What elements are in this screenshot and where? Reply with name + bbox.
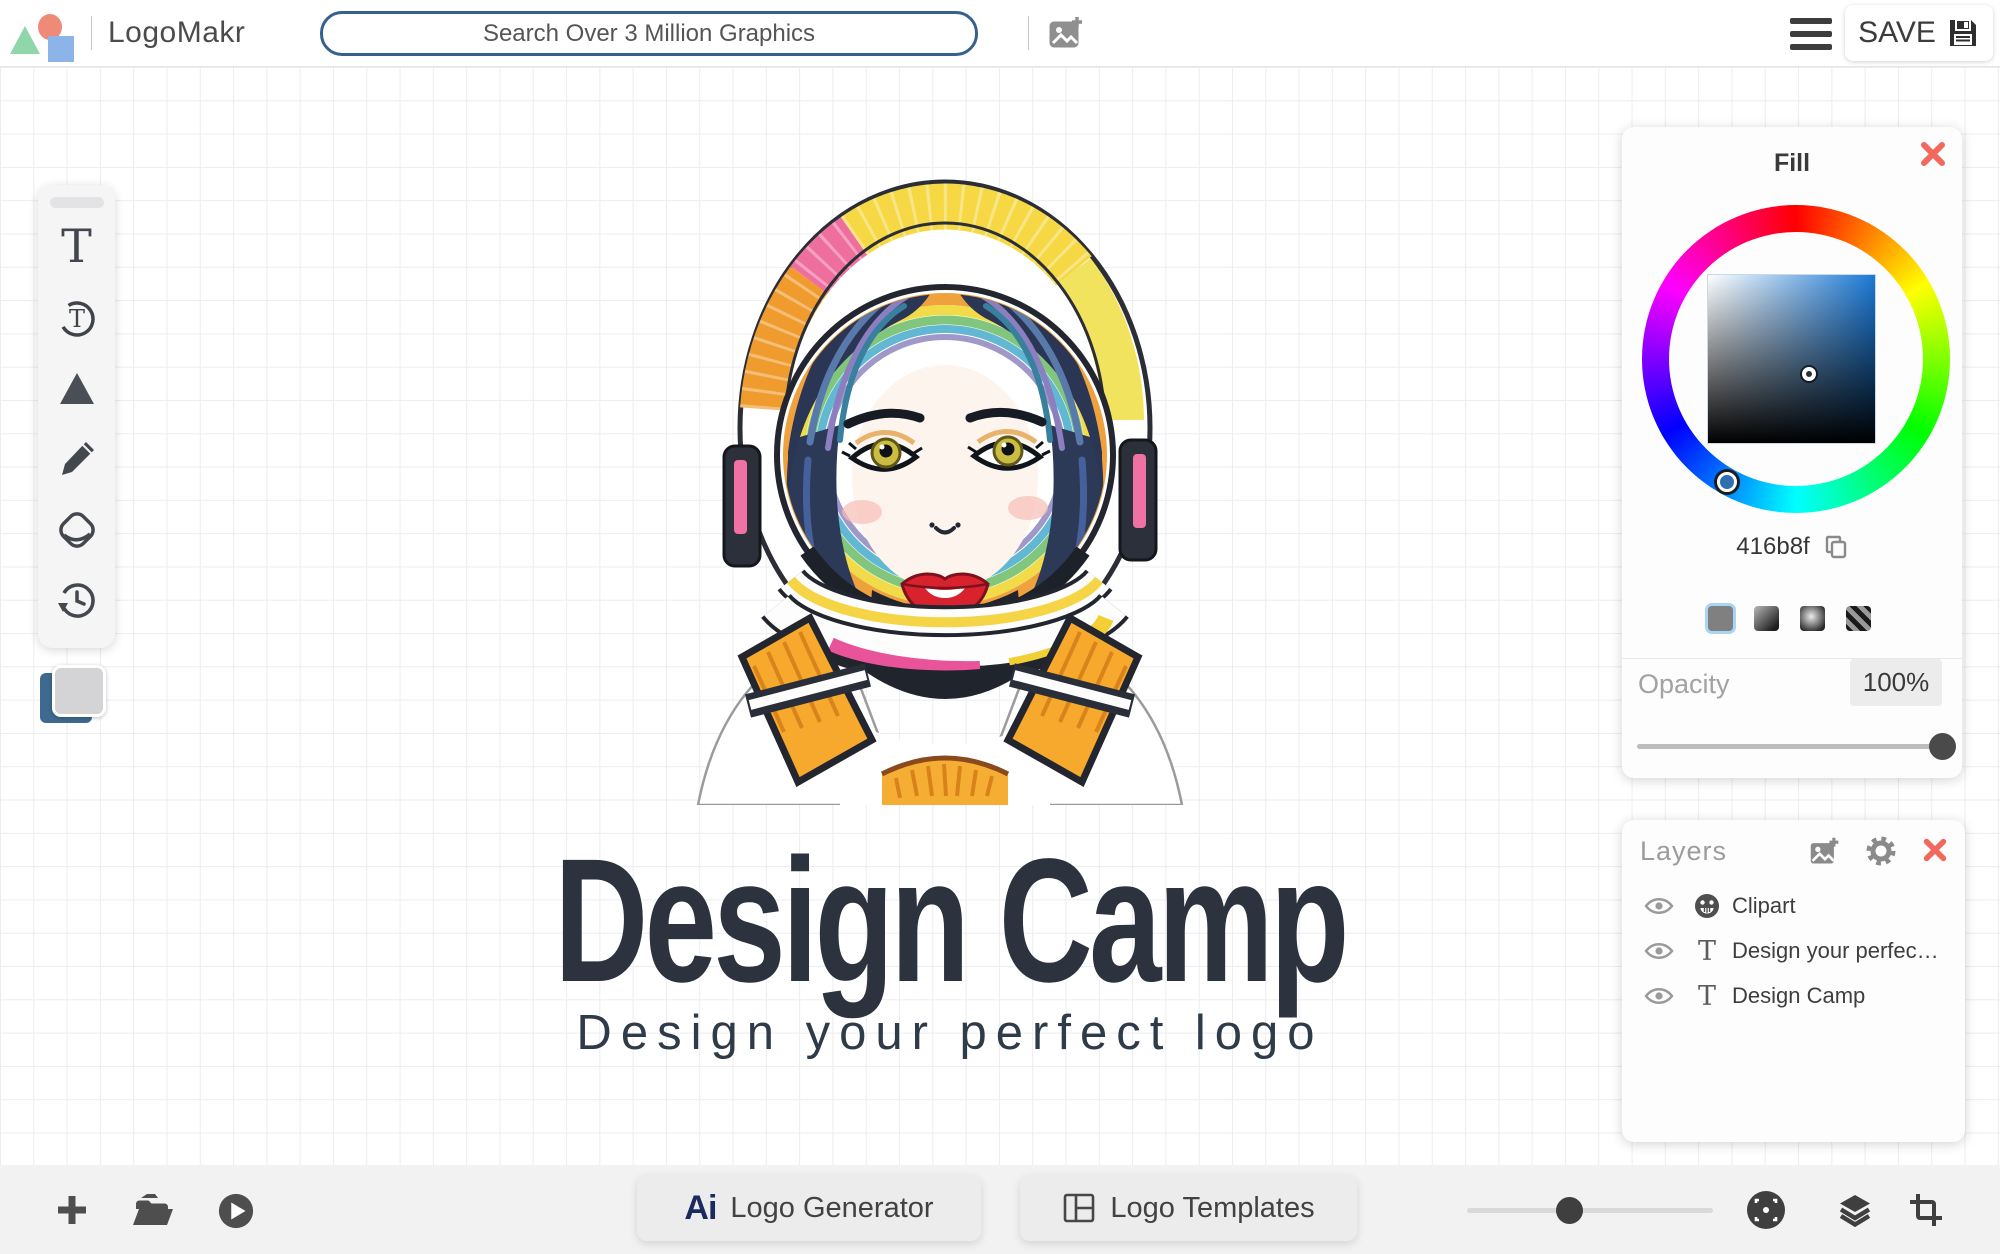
layers-stack-icon[interactable] [1837,1193,1873,1232]
fill-type-row [1708,606,1871,631]
opacity-value[interactable]: 100% [1850,659,1942,706]
brand-shapes-icon[interactable] [10,12,80,62]
palette-drag-handle[interactable] [49,197,104,208]
circle-text-tool-icon[interactable]: T [53,293,101,341]
layers-panel-title: Layers [1640,836,1728,866]
menu-icon[interactable] [1790,18,1832,50]
fit-screen-icon[interactable] [1746,1190,1786,1235]
hue-marker[interactable] [1717,472,1737,492]
logo-templates-button[interactable]: Logo Templates [1020,1175,1357,1241]
eraser-tool-icon[interactable] [53,506,101,554]
shapes-tool-icon[interactable] [53,364,101,412]
ai-icon: Ai [684,1188,717,1227]
header: LogoMakr SAVE [0,0,2000,67]
logo-templates-label: Logo Templates [1110,1191,1315,1224]
template-icon [1064,1193,1095,1223]
fill-type-radial-gradient[interactable] [1800,606,1825,631]
search-input[interactable] [320,11,978,56]
save-label: SAVE [1858,16,1936,49]
text-layer-icon: T [1697,935,1716,967]
add-image-icon[interactable] [1808,836,1842,873]
fill-panel-title: Fill [1773,149,1811,177]
plus-icon[interactable] [54,1192,90,1233]
close-icon[interactable] [1921,836,1951,866]
tool-palette: T T [38,185,115,648]
layers-panel: Layers Clipart T Design your perfec… T D… [1622,820,1965,1142]
fill-type-pattern[interactable] [1846,606,1871,631]
logomakr-app: LogoMakr SAVE T [0,0,2000,1254]
eye-icon[interactable] [1644,896,1674,916]
play-icon[interactable] [217,1192,255,1235]
design-canvas[interactable]: T T Design Camp Design your perfect logo… [0,67,2000,1165]
zoom-slider-handle[interactable] [1556,1197,1583,1224]
opacity-slider[interactable] [1637,744,1940,749]
saturation-square[interactable] [1708,275,1875,443]
draw-tool-icon[interactable] [53,435,101,483]
gear-icon[interactable] [1865,835,1897,872]
layer-row-clipart[interactable]: Clipart [1622,888,1965,924]
eye-icon[interactable] [1644,941,1674,961]
saturation-marker[interactable] [1802,367,1816,381]
fill-type-solid[interactable] [1708,606,1733,631]
text-layer-icon: T [1697,980,1716,1012]
fill-color-swatch[interactable] [52,665,106,717]
open-folder-icon[interactable] [131,1192,175,1233]
add-image-icon[interactable] [1048,15,1086,56]
hex-value[interactable]: 416b8f [1736,533,1809,561]
square-shape [48,36,74,62]
header-divider [91,16,92,50]
zoom-slider[interactable] [1467,1208,1713,1213]
logo-generator-label: Logo Generator [730,1191,934,1224]
triangle-shape [10,26,40,54]
brand-text: LogoMakr [108,16,246,49]
opacity-label: Opacity [1638,669,1730,699]
eye-icon[interactable] [1644,986,1674,1006]
save-button[interactable]: SAVE [1845,5,1993,61]
layer-label: Design your perfec… [1732,938,1939,963]
canvas-logo-tagline[interactable]: Design your perfect logo [576,1005,1323,1061]
logo-generator-button[interactable]: Ai Logo Generator [637,1175,981,1241]
canvas-logo-title[interactable]: Design Camp [554,824,1349,1019]
clipart-smiley-icon [1690,892,1724,920]
brand-name[interactable]: LogoMakr [108,16,245,50]
fill-panel: Fill 416b8f Opacity 100% [1622,127,1962,778]
text-tool-icon[interactable]: T [53,222,101,270]
crop-icon[interactable] [1908,1192,1944,1233]
layer-row-text-1[interactable]: T Design your perfec… [1622,933,1965,969]
copy-icon[interactable] [1824,534,1848,560]
bottom-bar: Ai Logo Generator Logo Templates [0,1165,2000,1254]
svg-text:T: T [68,305,84,333]
layer-label: Clipart [1732,893,1796,918]
floppy-icon [1949,19,1976,46]
layer-label: Design Camp [1732,983,1866,1008]
layer-row-text-2[interactable]: T Design Camp [1622,978,1965,1014]
fill-type-linear-gradient[interactable] [1754,606,1779,631]
history-tool-icon[interactable] [53,577,101,625]
search-divider [1028,16,1029,50]
astronaut-clipart[interactable] [690,160,1190,805]
opacity-slider-handle[interactable] [1929,733,1956,760]
